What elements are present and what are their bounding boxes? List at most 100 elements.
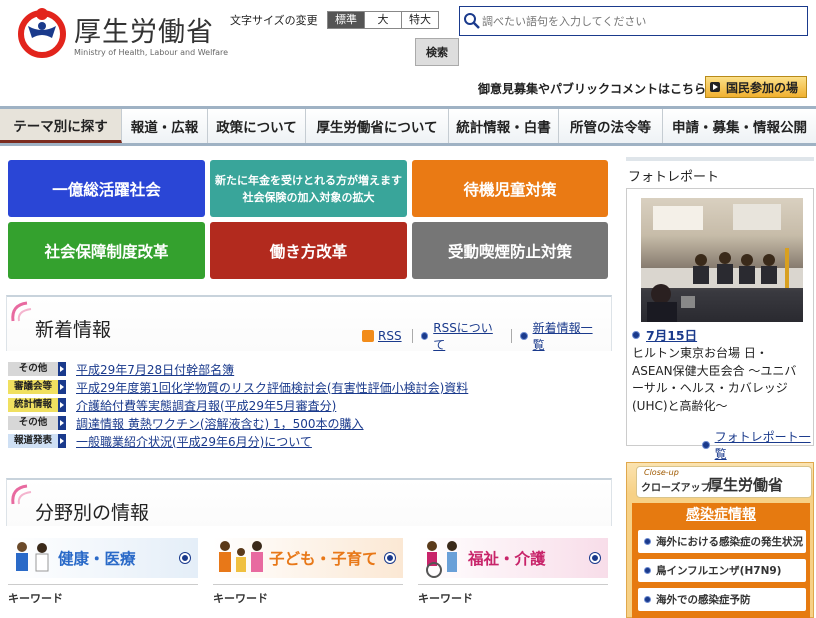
news-category: 統計情報 (8, 398, 58, 412)
tile-hatarakikata[interactable]: 働き方改革 (210, 222, 407, 279)
news-category: 審議会等 (8, 380, 58, 394)
news-category: その他 (8, 416, 58, 430)
news-link[interactable]: 調達情報 黄熱ワクチン(溶解液含む) 1，500本の購入 (76, 415, 364, 432)
fields-header: 分野別の情報 (6, 478, 612, 526)
search-input[interactable] (482, 14, 802, 28)
bullet-icon (632, 330, 640, 339)
news-link[interactable]: 平成29年7月28日付幹部名簿 (76, 361, 234, 378)
rss-label: RSS (378, 329, 402, 343)
keyword-label-health: キーワード (8, 592, 63, 605)
closeup-link-prevention[interactable]: 海外での感染症予防 (638, 588, 806, 611)
arrow-icon (710, 82, 720, 92)
go-icon (385, 553, 395, 563)
bullet-icon (702, 441, 710, 449)
bullet-icon (420, 332, 429, 340)
divider (626, 157, 814, 161)
photo-report-caption: ヒルトン東京お台場 日・ASEAN保健大臣会合 〜ユニバーサル・ヘルス・カバレッ… (632, 346, 797, 413)
news-link[interactable]: 一般職業紹介状況(平成29年6月分)について (76, 433, 312, 450)
arrow-icon (58, 362, 66, 376)
kokumin-sanka-button[interactable]: 国民参加の場 (705, 76, 807, 98)
divider (8, 584, 198, 585)
news-item: その他 調達情報 黄熱ワクチン(溶解液含む) 1，500本の購入 (8, 414, 608, 432)
photo-report-date-link[interactable]: 7月15日 (632, 325, 697, 344)
field-welfare-label: 福祉・介護 (468, 550, 546, 568)
news-list-label: 新着情報一覧 (532, 321, 593, 352)
news-category: その他 (8, 362, 58, 376)
field-welfare[interactable]: 福祉・介護 (418, 538, 608, 578)
nav-application[interactable]: 申請・募集・情報公開 (663, 109, 816, 143)
nav-policy[interactable]: 政策について (208, 109, 306, 143)
field-children-label: 子ども・子育て (269, 550, 378, 568)
arrow-icon (58, 434, 66, 448)
family-icon (219, 541, 263, 572)
nav-statistics[interactable]: 統計情報・白書 (449, 109, 559, 143)
bullet-icon (644, 567, 651, 574)
field-children[interactable]: 子ども・子育て (213, 538, 403, 578)
field-health-label: 健康・医療 (58, 550, 136, 568)
divider (213, 584, 403, 585)
photo-report-all-label: フォトレポート一覧 (714, 430, 811, 461)
mhlw-logo[interactable]: 厚生労働省 Ministry of Health, Labour and Wel… (14, 4, 228, 62)
site-title: 厚生労働省 (74, 17, 214, 48)
news-list: その他 平成29年7月28日付幹部名簿 審議会等 平成29年度第1回化学物質のリ… (8, 360, 608, 450)
search-button[interactable]: 検索 (415, 38, 459, 66)
meeting-photo-icon (641, 204, 803, 322)
fields-title: 分野別の情報 (35, 502, 150, 524)
bullet-icon (644, 596, 651, 603)
closeup-jp-label: クローズアップ (641, 483, 711, 494)
photo-report-all-link[interactable]: フォトレポート一覧 (702, 428, 816, 462)
news-item: 統計情報 介護給付費等実態調査月報(平成29年5月審査分) (8, 396, 608, 414)
closeup-small-label: Close-up (644, 468, 679, 477)
arrow-icon (58, 380, 66, 394)
news-header: 新着情報 RSS RSSについて 新着情報一覧 (6, 295, 612, 353)
tile-judo-kitsuen[interactable]: 受動喫煙防止対策 (412, 222, 608, 279)
font-size-xlarge-button[interactable]: 特大 (401, 11, 439, 29)
news-link[interactable]: 介護給付費等実態調査月報(平成29年5月審査分) (76, 397, 336, 414)
divider (418, 584, 608, 585)
rss-link[interactable]: RSS (362, 329, 402, 343)
news-item: 審議会等 平成29年度第1回化学物質のリスク評価検討会(有害性評価小検討会)資料 (8, 378, 608, 396)
tile-nenkin[interactable]: 新たに年金を受けとれる方が増えます 社会保険の加入対象の拡大 (210, 160, 407, 217)
go-icon (180, 553, 190, 563)
news-item: 報道発表 一般職業紹介状況(平成29年6月分)について (8, 432, 608, 450)
tile-taiki-jido[interactable]: 待機児童対策 (412, 160, 608, 217)
divider (510, 329, 512, 343)
tile-nenkin-line2: 社会保険の加入対象の拡大 (242, 190, 375, 204)
news-link[interactable]: 平成29年度第1回化学物質のリスク評価検討会(有害性評価小検討会)資料 (76, 379, 468, 396)
rss-about-label: RSSについて (433, 321, 493, 352)
field-health[interactable]: 健康・医療 (8, 538, 198, 578)
rss-icon (362, 330, 374, 342)
closeup-big-label: 厚生労働省 (708, 476, 784, 494)
rss-about-link[interactable]: RSSについて (420, 319, 501, 353)
closeup-link-outbreak[interactable]: 海外における感染症の発生状況 (638, 530, 806, 553)
swirl-icon (11, 301, 32, 322)
doctor-icon (16, 542, 49, 572)
font-size-buttons: 標準 大 特大 (327, 11, 439, 29)
tile-ichioku[interactable]: 一億総活躍社会 (8, 160, 205, 217)
font-size-label: 文字サイズの変更 (230, 14, 318, 27)
tile-nenkin-line1: 新たに年金を受けとれる方が増えます (215, 173, 402, 187)
font-size-standard-button[interactable]: 標準 (327, 11, 365, 29)
nav-about[interactable]: 厚生労働省について (306, 109, 449, 143)
closeup-link-label: 海外における感染症の発生状況 (656, 536, 803, 548)
nav-theme[interactable]: テーマ別に探す (0, 109, 122, 143)
photo-report-date: 7月15日 (646, 328, 698, 343)
mhlw-mark-icon (18, 8, 66, 58)
photo-report-title: フォトレポート (628, 170, 720, 185)
keyword-label-children: キーワード (213, 592, 268, 605)
closeup-link-label: 鳥インフルエンザ(H7N9) (656, 565, 782, 577)
nav-laws[interactable]: 所管の法令等 (559, 109, 663, 143)
closeup-topic-link[interactable]: 感染症情報 (632, 504, 810, 524)
nav-press[interactable]: 報道・広報 (122, 109, 208, 143)
news-item: その他 平成29年7月28日付幹部名簿 (8, 360, 608, 378)
closeup-link-label: 海外での感染症予防 (656, 594, 751, 606)
divider (411, 329, 413, 343)
bullet-icon (644, 538, 651, 545)
global-nav: テーマ別に探す 報道・広報 政策について 厚生労働省について 統計情報・白書 所… (0, 106, 816, 146)
tile-shakai-hosho[interactable]: 社会保障制度改革 (8, 222, 205, 279)
rss-links: RSS RSSについて 新着情報一覧 (362, 319, 611, 353)
font-size-large-button[interactable]: 大 (364, 11, 402, 29)
closeup-link-h7n9[interactable]: 鳥インフルエンザ(H7N9) (638, 559, 806, 582)
photo-report-image[interactable] (641, 198, 803, 322)
news-list-link[interactable]: 新着情報一覧 (519, 319, 601, 353)
